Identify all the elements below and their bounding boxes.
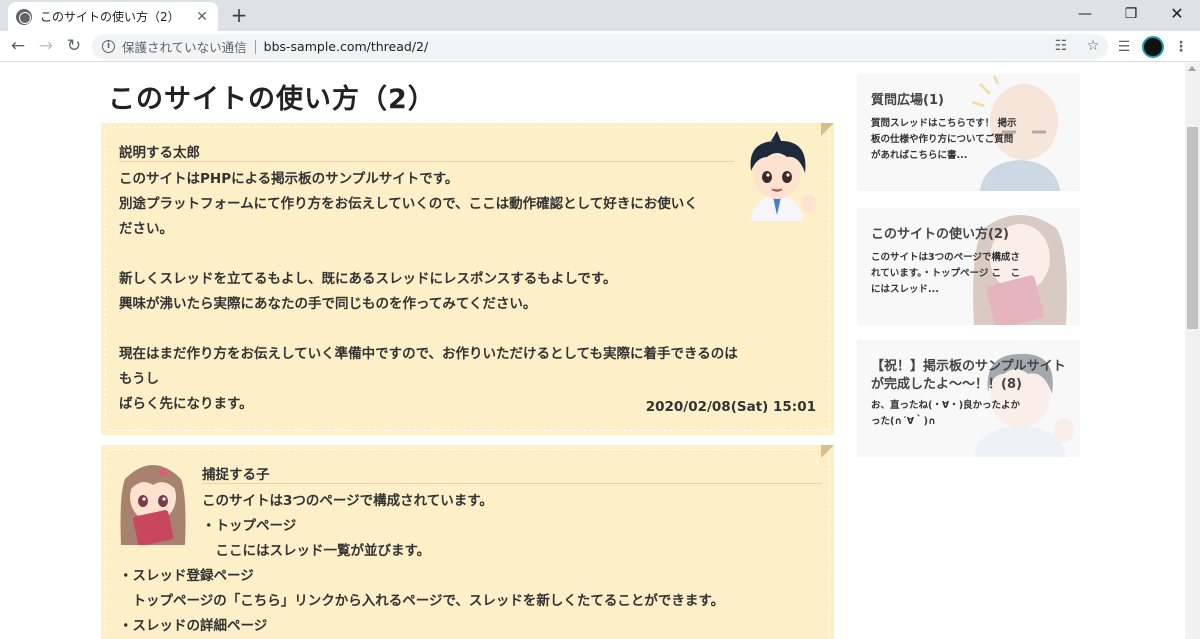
bookmark-star-icon[interactable]: ☆ <box>1084 37 1102 55</box>
new-tab-button[interactable]: + <box>228 4 250 26</box>
page-scrollbar[interactable] <box>1185 63 1200 639</box>
card-title[interactable]: 質問広場(1) <box>871 92 1071 110</box>
post-date: 2020/02/08(Sat) 15:01 <box>645 399 816 415</box>
window-minimize-button[interactable]: — <box>1062 0 1108 30</box>
poster-name: 説明する太郎 <box>119 145 200 161</box>
omnibox-divider <box>254 39 256 54</box>
window-restore-button[interactable]: ❐ <box>1108 0 1154 30</box>
security-status: 保護されていない通信 <box>122 40 247 55</box>
corner-fold <box>821 123 834 136</box>
forward-arrow-icon[interactable]: → <box>34 35 58 57</box>
name-divider <box>119 161 734 162</box>
sidebar-thread-card[interactable]: 質問広場(1) 質問スレッドはこちらです！ 掲示板の仕様や作り方についてご質問が… <box>857 74 1080 191</box>
translate-icon[interactable]: ☷ <box>1052 37 1070 55</box>
scroll-up-arrow-icon[interactable] <box>1188 66 1196 71</box>
url-text[interactable]: bbs-sample.com/thread/2/ <box>264 39 429 54</box>
boy-avatar-icon <box>750 131 816 221</box>
media-control-icon[interactable]: ☰ <box>1114 36 1134 58</box>
corner-fold <box>821 445 834 458</box>
post: 捕捉する子 このサイトは3つのページで構成されています。 ・トップページ ここに… <box>101 445 834 639</box>
globe-icon <box>16 8 32 25</box>
reload-icon[interactable]: ↻ <box>62 35 86 57</box>
tab-strip: このサイトの使い方（2） ✕ + — ❐ ✕ <box>0 0 1200 31</box>
poster-name: 捕捉する子 <box>202 467 270 483</box>
post-body-indented: このサイトは3つのページで構成されています。 ・トップページ ここにはスレッド一… <box>202 493 493 559</box>
girl-avatar-icon <box>120 465 186 545</box>
scrollbar-thumb[interactable] <box>1187 127 1198 329</box>
thread-title: このサイトの使い方（2） <box>108 84 436 115</box>
card-description: このサイトは3つのページで構成されています。・トップページ こ こにはスレッド.… <box>871 252 1021 295</box>
name-divider <box>202 483 822 484</box>
post-body: このサイトはPHPによる掲示板のサンプルサイトです。 別途プラットフォームにて作… <box>119 171 738 412</box>
browser-toolbar: ← → ↻ i 保護されていない通信 bbs-sample.com/thread… <box>0 31 1200 62</box>
sidebar-thread-card[interactable]: 【祝！】掲示板のサンプルサイトが完成したよ〜〜！！(8) お、直ったね(・∀・)… <box>857 340 1080 457</box>
back-arrow-icon[interactable]: ← <box>6 35 30 57</box>
info-icon[interactable]: i <box>102 40 115 53</box>
window-close-button[interactable]: ✕ <box>1154 0 1200 30</box>
page-viewport: このサイトの使い方（2） 説明する太郎 このサイトはPHPによる掲示板のサンプル… <box>0 63 1185 639</box>
tab-close-icon[interactable]: ✕ <box>194 9 210 25</box>
sidebar-thread-card[interactable]: このサイトの使い方(2) このサイトは3つのページで構成されています。・トップペ… <box>857 208 1080 325</box>
card-title[interactable]: 【祝！】掲示板のサンプルサイトが完成したよ〜〜！！(8) <box>871 358 1071 394</box>
post-body: ・スレッド登録ページ トップページの「こちら」リンクから入れるページで、スレッド… <box>119 568 725 634</box>
address-bar[interactable]: i 保護されていない通信 bbs-sample.com/thread/2/ ☷ … <box>92 34 1108 59</box>
profile-avatar-icon[interactable] <box>1142 36 1164 58</box>
card-title[interactable]: このサイトの使い方(2) <box>871 226 1071 244</box>
card-description: お、直ったね(・∀・)良かったよかった(∩´∀｀)∩ <box>871 400 1021 427</box>
tab-title: このサイトの使い方（2） <box>40 10 180 24</box>
card-description: 質問スレッドはこちらです！ 掲示板の仕様や作り方についてご質問があればこちらに書… <box>871 118 1017 161</box>
browser-tab-active[interactable]: このサイトの使い方（2） ✕ <box>8 2 218 31</box>
browser-menu-icon[interactable]: ⋮ <box>1172 36 1190 58</box>
post: 説明する太郎 このサイトはPHPによる掲示板のサンプルサイトです。 別途プラット… <box>101 123 834 435</box>
